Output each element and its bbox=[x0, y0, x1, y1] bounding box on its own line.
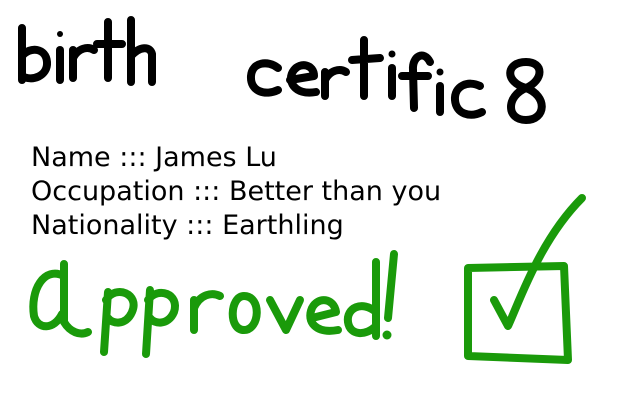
name-field: Name ::: James Lu bbox=[31, 142, 277, 174]
approved-stamp bbox=[29, 250, 398, 358]
occupation-field: Occupation ::: Better than you bbox=[31, 176, 441, 208]
name-value: James Lu bbox=[155, 142, 277, 173]
nationality-separator: ::: bbox=[186, 210, 214, 241]
occupation-separator: ::: bbox=[193, 176, 221, 207]
name-separator: ::: bbox=[119, 142, 147, 173]
checkbox-check-icon bbox=[464, 194, 586, 364]
occupation-label: Occupation bbox=[31, 176, 185, 207]
occupation-value: Better than you bbox=[228, 176, 442, 207]
nationality-field: Nationality ::: Earthling bbox=[31, 210, 344, 242]
nationality-value: Earthling bbox=[222, 210, 344, 241]
nationality-label: Nationality bbox=[31, 210, 178, 241]
certificate-title bbox=[18, 16, 546, 124]
name-label: Name bbox=[31, 142, 111, 173]
